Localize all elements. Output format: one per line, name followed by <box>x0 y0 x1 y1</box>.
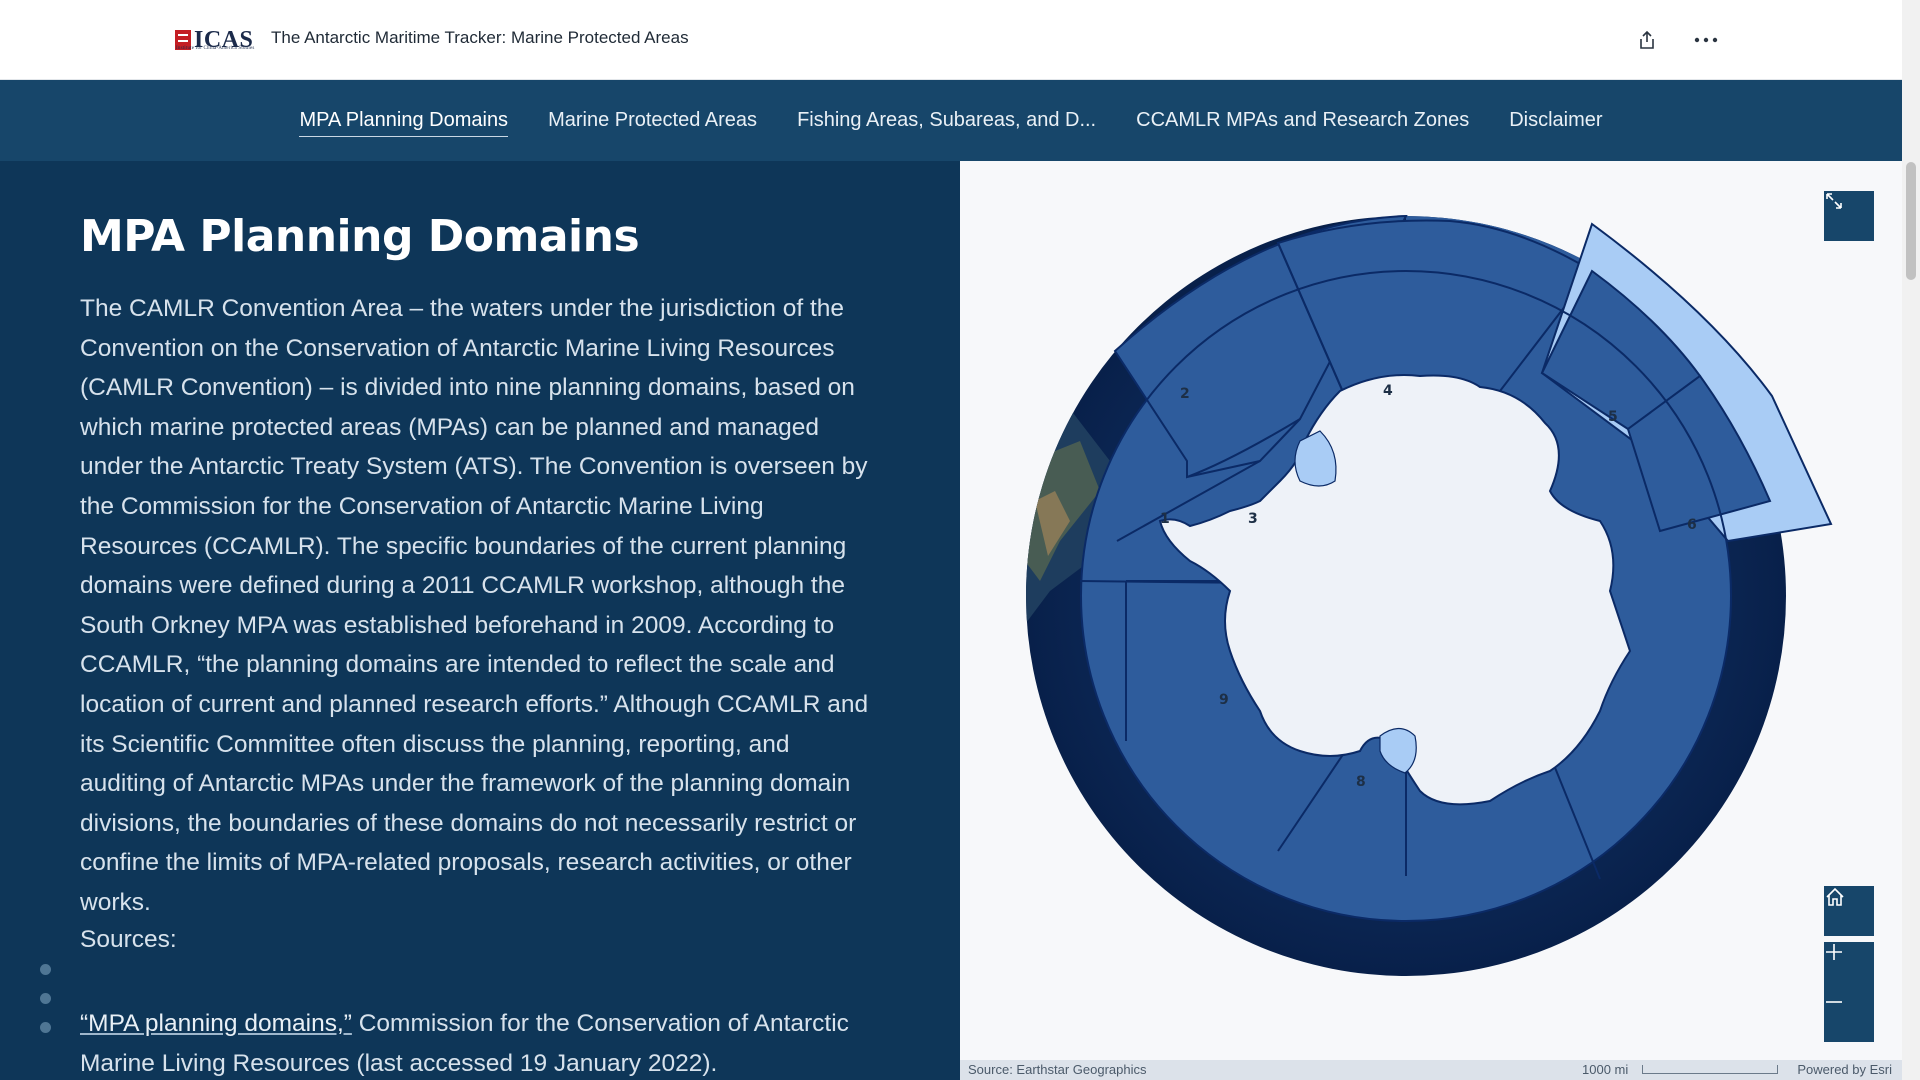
scrollbar-thumb[interactable] <box>1906 162 1916 280</box>
zoom-out-button[interactable] <box>1824 992 1874 1042</box>
domain-label-2: 2 <box>1180 386 1190 402</box>
scale-bar <box>1642 1065 1778 1074</box>
nav-tab-marine-protected-areas[interactable]: Marine Protected Areas <box>548 105 757 136</box>
nav-tab-ccamlr-mpas[interactable]: CCAMLR MPAs and Research Zones <box>1136 105 1469 136</box>
scale-label: 1000 mi <box>1582 1062 1629 1077</box>
home-icon <box>1826 887 1844 906</box>
attribution-source[interactable]: Source: Earthstar Geographics <box>968 1062 1146 1077</box>
domain-label-5: 5 <box>1608 409 1618 425</box>
minus-icon <box>1826 1001 1842 1003</box>
sources-label: Sources: <box>80 926 177 953</box>
domain-label-8: 8 <box>1356 774 1366 790</box>
progress-dot[interactable] <box>40 1022 51 1033</box>
section-progress-dots <box>40 964 51 1033</box>
page-title: MPA Planning Domains <box>80 211 640 262</box>
section-nav: MPA Planning Domains Marine Protected Ar… <box>0 80 1902 161</box>
body-paragraph: The CAMLR Convention Area – the waters u… <box>80 295 869 916</box>
expand-icon <box>1826 193 1842 209</box>
home-button[interactable] <box>1824 886 1874 936</box>
antarctic-map[interactable]: 2 1 3 4 5 6 8 9 <box>960 161 1902 1080</box>
more-options-button[interactable] <box>1690 24 1722 56</box>
more-horizontal-icon <box>1694 37 1718 43</box>
share-icon <box>1640 30 1654 49</box>
app-header: ICAS Institute for China-America Studies… <box>0 0 1902 80</box>
page-scrollbar[interactable] <box>1902 0 1920 1080</box>
citation-link[interactable]: “MPA planning domains,” <box>80 1010 352 1037</box>
fullscreen-button[interactable] <box>1824 191 1874 241</box>
progress-dot[interactable] <box>40 993 51 1004</box>
site-title: The Antarctic Maritime Tracker: Marine P… <box>271 28 689 47</box>
domain-label-6: 6 <box>1687 517 1697 533</box>
zoom-in-button[interactable] <box>1824 942 1874 992</box>
domain-label-1: 1 <box>1160 511 1170 527</box>
progress-dot[interactable] <box>40 964 51 975</box>
nav-tab-mpa-planning-domains[interactable]: MPA Planning Domains <box>299 105 509 137</box>
plus-icon <box>1826 944 1842 960</box>
nav-tab-fishing-areas[interactable]: Fishing Areas, Subareas, and D... <box>797 105 1096 136</box>
narrative-panel: MPA Planning Domains The CAMLR Conventio… <box>0 161 960 1080</box>
domain-label-4: 4 <box>1383 383 1393 399</box>
map-view[interactable]: 2 1 3 4 5 6 8 9 Source: Earthstar Geogra… <box>960 161 1902 1080</box>
map-attribution-bar: Source: Earthstar Geographics 1000 mi Po… <box>960 1060 1902 1080</box>
logo-subtitle: Institute for China-America Studies <box>176 46 255 51</box>
citation: “MPA planning domains,” Commission for t… <box>80 1004 880 1080</box>
domain-label-9: 9 <box>1219 692 1229 708</box>
share-button[interactable] <box>1631 24 1663 56</box>
powered-by-esri[interactable]: Powered by Esri <box>1797 1062 1892 1077</box>
nav-tab-disclaimer[interactable]: Disclaimer <box>1509 105 1602 136</box>
domain-label-3: 3 <box>1248 511 1258 527</box>
